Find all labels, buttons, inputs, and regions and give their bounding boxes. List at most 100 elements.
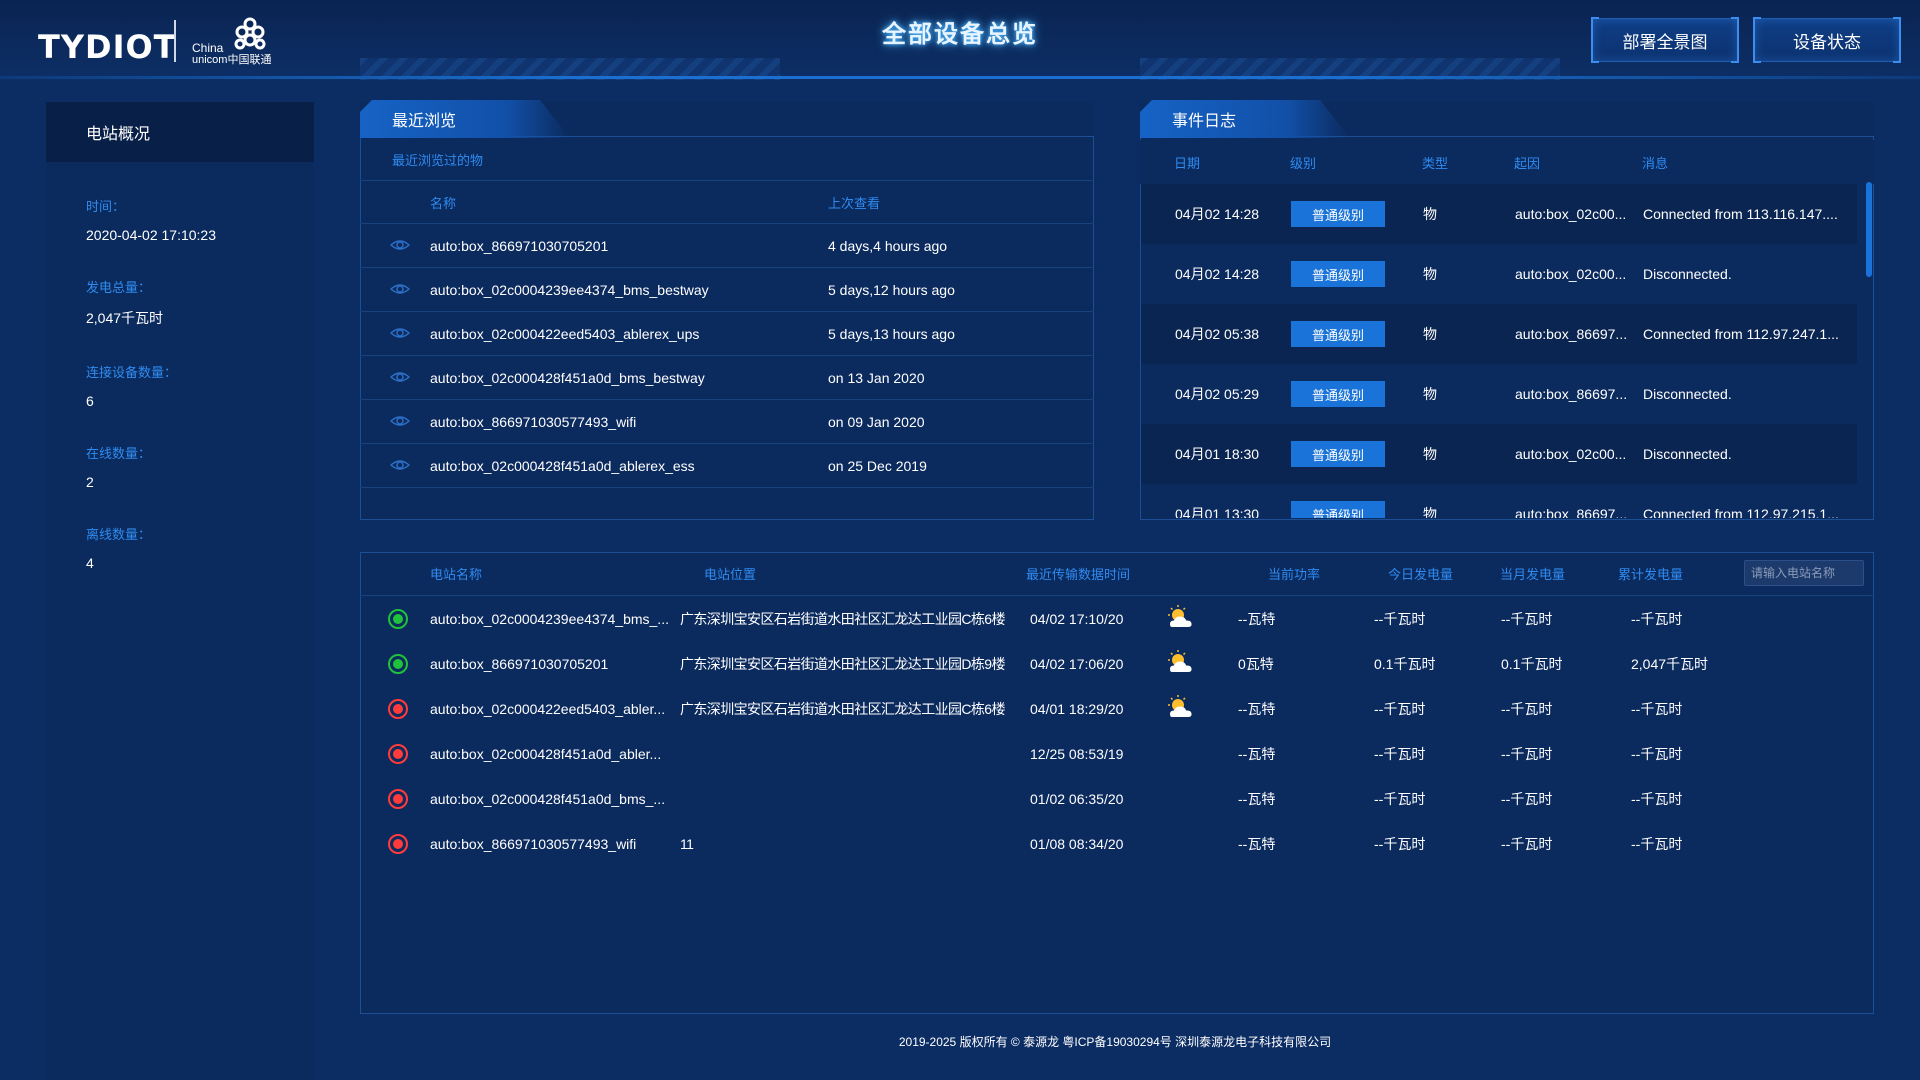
column-header-total-generation: 累计发电量: [1618, 567, 1684, 582]
stat-offline-count: 离线数量： 4: [46, 524, 314, 571]
stat-online-count: 在线数量： 2: [46, 443, 314, 490]
level-badge: 普通级别: [1291, 201, 1385, 227]
event-cause: auto:box_86697...: [1515, 506, 1628, 518]
level-badge: 普通级别: [1291, 321, 1385, 347]
eye-icon[interactable]: [390, 282, 410, 296]
event-type: 物: [1423, 506, 1437, 518]
recent-row[interactable]: auto:box_866971030577493_wifi on 09 Jan 2…: [360, 400, 1094, 444]
station-name[interactable]: auto:box_02c000422eed5403_abler...: [430, 686, 674, 731]
offline-status-icon: [388, 789, 408, 809]
station-row[interactable]: auto:box_866971030705201 广东深圳宝安区石岩街道水田社区汇…: [360, 641, 1874, 686]
recent-item-name[interactable]: auto:box_02c000428f451a0d_bms_bestway: [430, 356, 705, 399]
recent-item-name[interactable]: auto:box_866971030705201: [430, 224, 608, 267]
station-month-generation: --千瓦时: [1501, 745, 1553, 762]
station-row[interactable]: auto:box_02c000428f451a0d_abler... 12/25 …: [360, 731, 1874, 776]
column-header-station-name: 电站名称: [430, 567, 483, 582]
event-level-cell: 普通级别: [1291, 424, 1385, 484]
event-type: 物: [1423, 386, 1437, 402]
header-divider: [0, 76, 1920, 79]
column-header-name: 名称: [430, 195, 457, 211]
event-date: 04月02 14:28: [1175, 266, 1260, 282]
station-row[interactable]: auto:box_02c000422eed5403_abler... 广东深圳宝安…: [360, 686, 1874, 731]
station-today-generation: --千瓦时: [1374, 790, 1426, 807]
recent-row[interactable]: auto:box_02c000428f451a0d_ablerex_ess on …: [360, 444, 1094, 488]
offline-status-icon: [388, 699, 408, 719]
event-cause: auto:box_86697...: [1515, 386, 1628, 402]
station-month-generation: --千瓦时: [1501, 790, 1553, 807]
recent-row[interactable]: auto:box_02c000422eed5403_ablerex_ups 5 d…: [360, 312, 1094, 356]
event-table-header: 日期 级别 类型 起因 消息: [1140, 140, 1874, 184]
station-location: 广东深圳宝安区石岩街道水田社区汇龙达工业园C栋6楼: [680, 610, 1006, 627]
event-row[interactable]: 04月02 05:29 普通级别 物 auto:box_86697... Disconn…: [1141, 364, 1857, 424]
station-current-power: --瓦特: [1238, 790, 1276, 807]
recent-item-name[interactable]: auto:box_02c0004239ee4374_bms_bestway: [430, 268, 709, 311]
station-last-data-time: 04/01 18:29/20: [1030, 700, 1124, 717]
recent-item-name[interactable]: auto:box_02c000428f451a0d_ablerex_ess: [430, 444, 695, 487]
station-last-data-time: 01/08 08:34/20: [1030, 835, 1124, 852]
station-location: 广东深圳宝安区石岩街道水田社区汇龙达工业园D栋9楼: [680, 655, 1006, 672]
event-type: 物: [1423, 446, 1437, 462]
event-table-body: 04月02 14:28 普通级别物 auto:box_02c00... Connect…: [1141, 184, 1873, 518]
event-level-cell: 普通级别: [1291, 244, 1385, 304]
station-today-generation: --千瓦时: [1374, 835, 1426, 852]
online-status-icon: [388, 609, 408, 629]
station-row[interactable]: auto:box_02c0004239ee4374_bms_... 广东深圳宝安区…: [360, 596, 1874, 641]
event-log-scrollbar[interactable]: [1866, 182, 1872, 277]
offline-status-icon: [388, 834, 408, 854]
recent-item-last-viewed: 5 days,13 hours ago: [828, 325, 955, 342]
station-search-input[interactable]: [1744, 560, 1864, 586]
device-status-button[interactable]: 设备状态: [1753, 17, 1901, 63]
event-row[interactable]: 04月02 14:28 普通级别 物 auto:box_02c00... Disconn…: [1141, 244, 1857, 304]
event-message: Connected from 112.97.247.1...: [1643, 326, 1839, 342]
eye-icon[interactable]: [390, 370, 410, 384]
station-total-generation: 2,047千瓦时: [1631, 655, 1709, 672]
station-name[interactable]: auto:box_02c0004239ee4374_bms_...: [430, 596, 674, 641]
partly-cloudy-icon: [1168, 650, 1192, 672]
eye-icon[interactable]: [390, 238, 410, 252]
stat-label: 离线数量：: [86, 527, 152, 542]
station-name[interactable]: auto:box_866971030577493_wifi: [430, 821, 674, 866]
event-date: 04月01 13:30: [1175, 506, 1260, 518]
recent-row[interactable]: auto:box_866971030705201 4 days,4 hours a…: [360, 224, 1094, 268]
deploy-panorama-button[interactable]: 部署全景图: [1591, 17, 1739, 63]
event-row[interactable]: 04月02 14:28 普通级别 物 auto:box_02c00... Connect…: [1141, 184, 1857, 244]
station-row[interactable]: auto:box_02c000428f451a0d_bms_... 01/02 0…: [360, 776, 1874, 821]
eye-icon[interactable]: [390, 414, 410, 428]
station-current-power: 0瓦特: [1238, 655, 1274, 672]
station-today-generation: --千瓦时: [1374, 700, 1426, 717]
station-row[interactable]: auto:box_866971030577493_wifi 11 01/08 08:…: [360, 821, 1874, 866]
event-level-cell: 普通级别: [1291, 304, 1385, 364]
station-table-header: 电站名称 电站位置 最近传输数据时间 当前功率 今日发电量 当月发电量 累计发电…: [360, 552, 1874, 596]
station-name[interactable]: auto:box_02c000428f451a0d_abler...: [430, 731, 674, 776]
recent-item-name[interactable]: auto:box_866971030577493_wifi: [430, 400, 636, 443]
event-message: Connected from 113.116.147....: [1643, 206, 1838, 222]
event-row[interactable]: 04月02 05:38 普通级别 物 auto:box_86697... Connect…: [1141, 304, 1857, 364]
recent-item-last-viewed: on 25 Dec 2019: [828, 457, 927, 474]
recent-browse-tab: 最近浏览: [360, 100, 570, 138]
station-total-generation: --千瓦时: [1631, 745, 1683, 762]
station-name[interactable]: auto:box_866971030705201: [430, 641, 674, 686]
recent-item-name[interactable]: auto:box_02c000422eed5403_ablerex_ups: [430, 312, 699, 355]
column-header-station-location: 电站位置: [704, 567, 757, 582]
column-header-month-generation: 当月发电量: [1500, 567, 1566, 582]
event-type: 物: [1423, 266, 1437, 282]
event-row[interactable]: 04月01 13:30 普通级别 物 auto:box_86697... Connect…: [1141, 484, 1857, 518]
event-message: Disconnected.: [1643, 446, 1732, 462]
stat-value: 2,047千瓦时: [86, 310, 164, 326]
event-cause: auto:box_86697...: [1515, 326, 1628, 342]
eye-icon[interactable]: [390, 458, 410, 472]
recent-item-last-viewed: 4 days,4 hours ago: [828, 237, 948, 254]
column-header-message: 消息: [1642, 155, 1669, 171]
event-log-panel: 事件日志 日期 级别 类型 起因 消息 04月02 14:28 普通级别物 auto…: [1140, 102, 1874, 520]
stat-label: 时间：: [86, 199, 126, 214]
recent-row[interactable]: auto:box_02c0004239ee4374_bms_bestway 5 d…: [360, 268, 1094, 312]
eye-icon[interactable]: [390, 326, 410, 340]
recent-row[interactable]: auto:box_02c000428f451a0d_bms_bestway on …: [360, 356, 1094, 400]
station-last-data-time: 04/02 17:10/20: [1030, 610, 1124, 627]
column-header-current-power: 当前功率: [1268, 567, 1321, 582]
event-row[interactable]: 04月01 18:30 普通级别 物 auto:box_02c00... Disconn…: [1141, 424, 1857, 484]
station-name[interactable]: auto:box_02c000428f451a0d_bms_...: [430, 776, 674, 821]
online-status-icon: [388, 654, 408, 674]
station-location: 11: [680, 835, 694, 852]
stat-label: 在线数量：: [86, 446, 152, 461]
